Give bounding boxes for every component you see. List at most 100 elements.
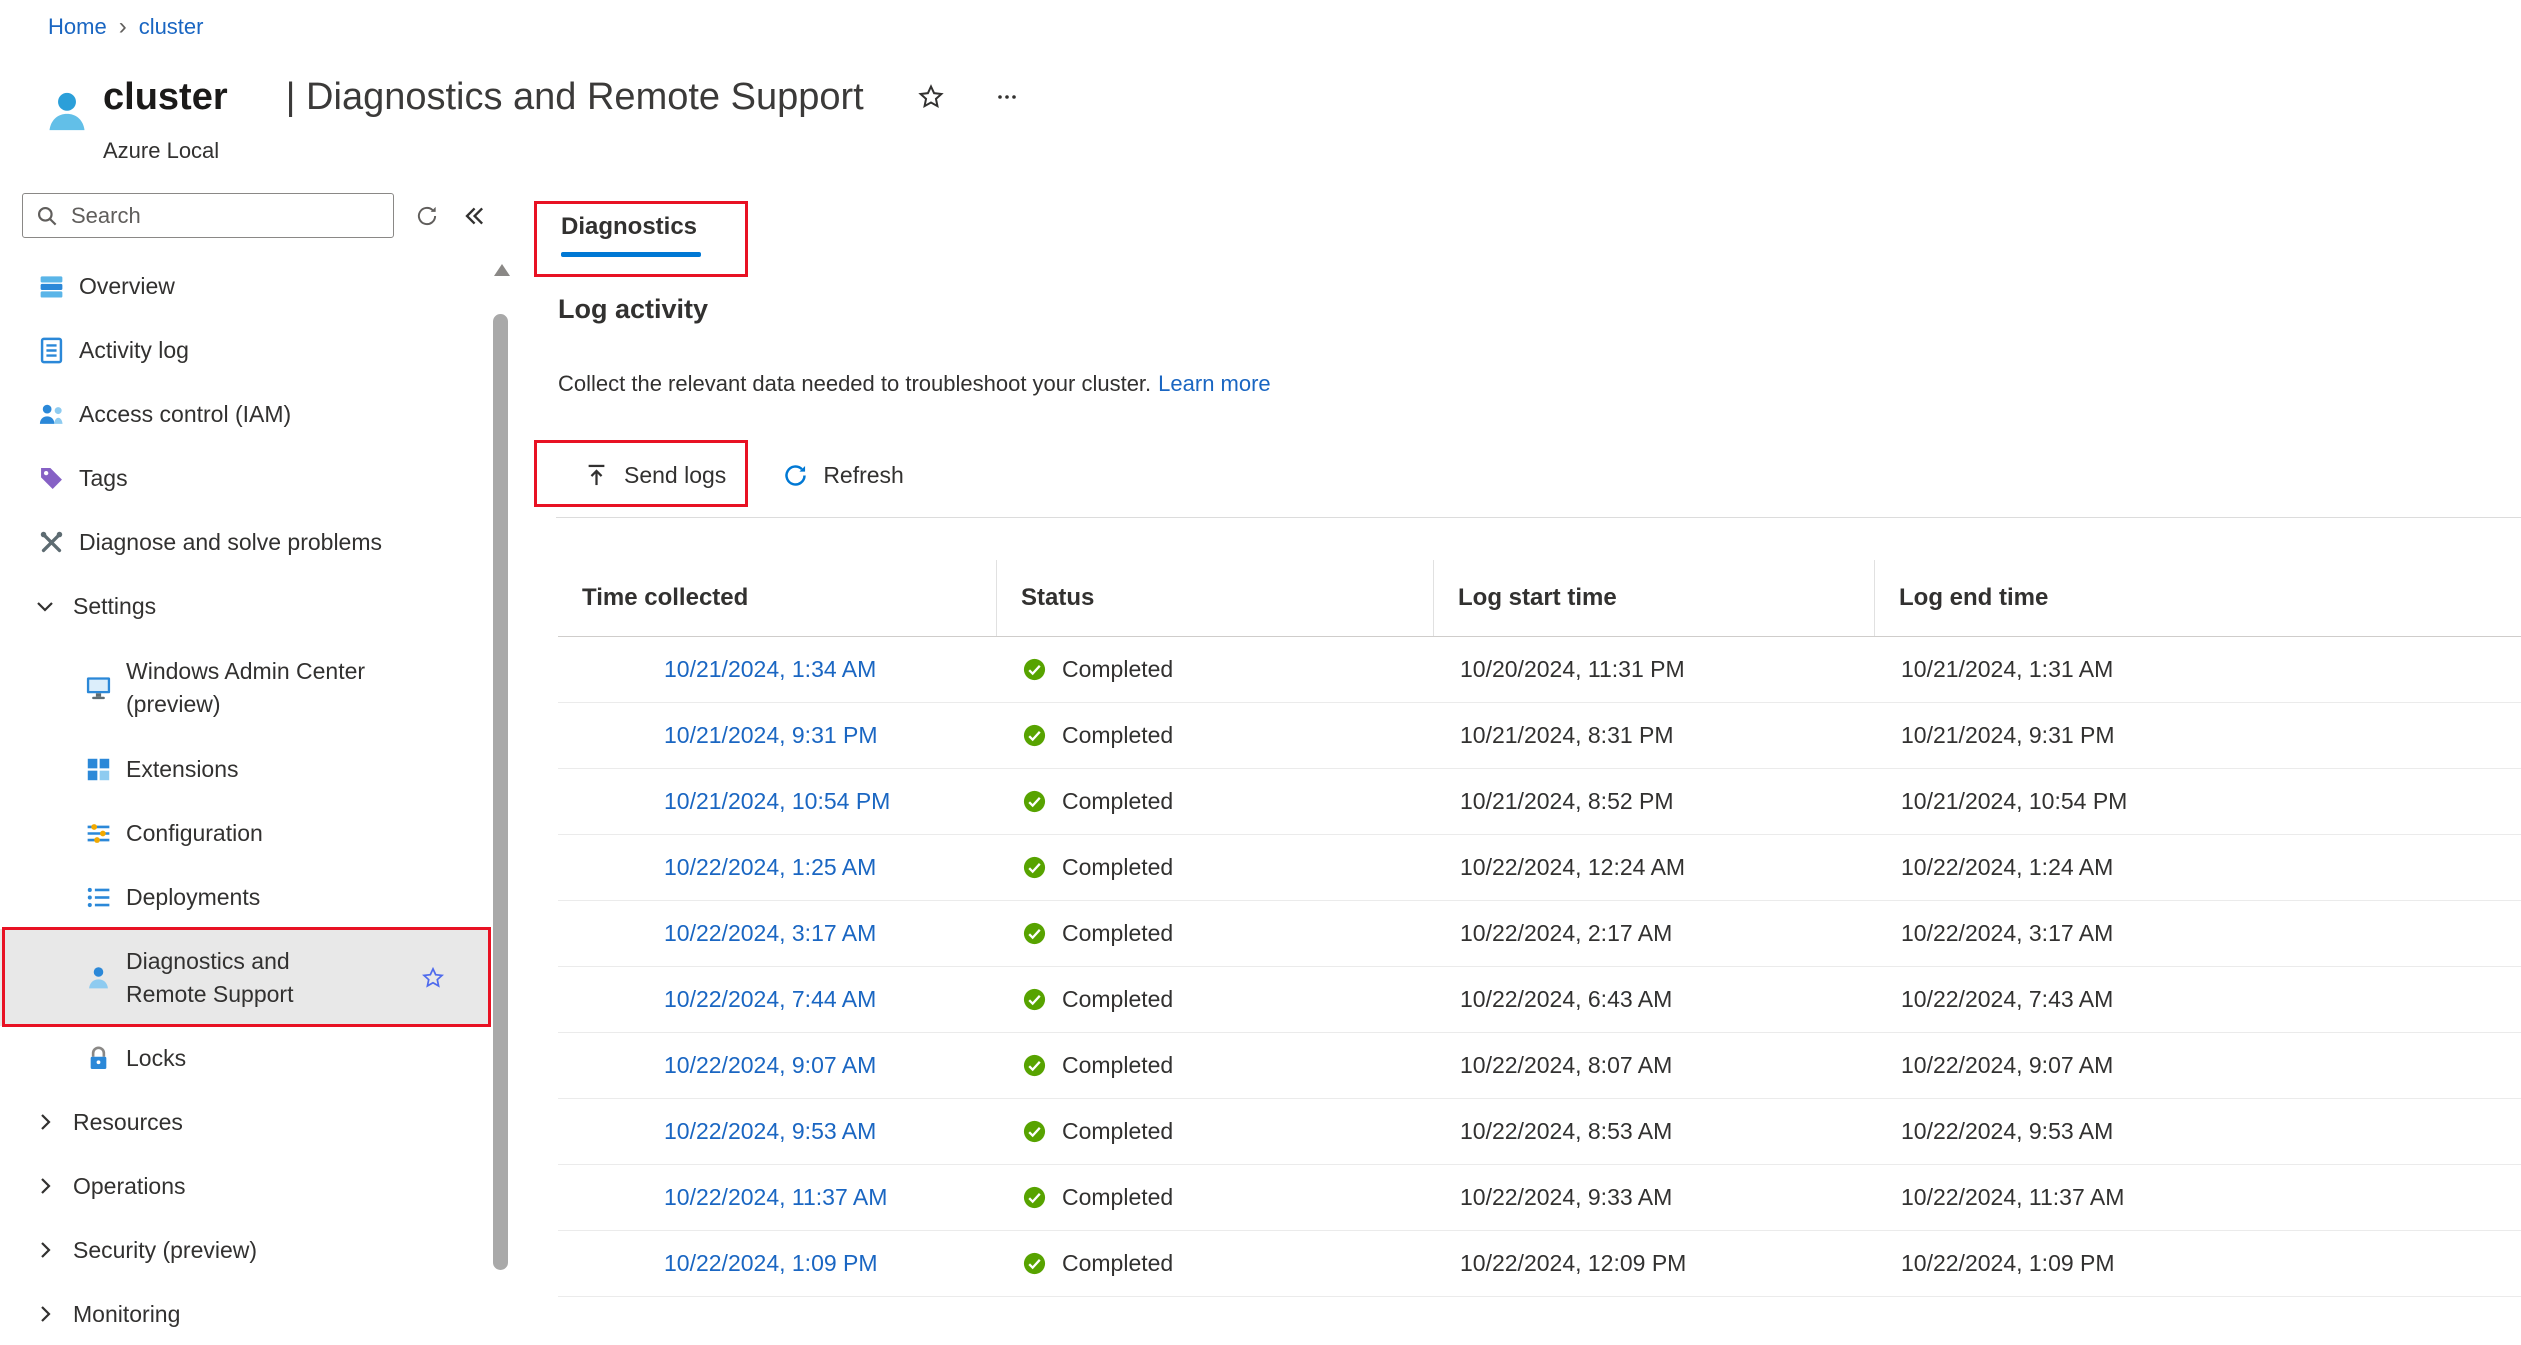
completed-check-icon: [1023, 856, 1046, 879]
sidebar-item-windows-admin-center[interactable]: Windows Admin Center (preview): [0, 638, 490, 737]
time-collected-link[interactable]: 10/22/2024, 9:53 AM: [664, 1118, 876, 1145]
sidebar-group-operations[interactable]: Operations: [0, 1154, 490, 1218]
completed-check-icon: [1023, 790, 1046, 813]
refresh-button[interactable]: Refresh: [782, 462, 904, 489]
sidebar-menu: Overview Activity log Access control (IA…: [0, 254, 490, 1345]
tab-active-underline: [561, 252, 701, 257]
time-collected-link[interactable]: 10/21/2024, 1:34 AM: [664, 656, 876, 683]
log-end-time: 10/22/2024, 1:09 PM: [1875, 1231, 2521, 1296]
refresh-icon: [782, 462, 809, 489]
sidebar-item-configuration[interactable]: Configuration: [0, 801, 490, 865]
breadcrumb-home-link[interactable]: Home: [48, 14, 107, 40]
section-title: Log activity: [558, 294, 708, 325]
sidebar-group-label: Resources: [73, 1106, 183, 1138]
sidebar-item-activity-log[interactable]: Activity log: [0, 318, 490, 382]
sidebar-group-resources[interactable]: Resources: [0, 1090, 490, 1154]
sidebar-group-label: Monitoring: [73, 1298, 180, 1330]
sidebar-item-label: Diagnostics and Remote Support: [126, 945, 341, 1009]
learn-more-link[interactable]: Learn more: [1158, 371, 1271, 396]
tab-label: Diagnostics: [561, 213, 701, 241]
chevron-down-icon: [33, 594, 57, 618]
sidebar-item-label: Overview: [79, 270, 175, 302]
completed-check-icon: [1023, 922, 1046, 945]
completed-check-icon: [1023, 1054, 1046, 1077]
upload-icon: [583, 462, 610, 489]
time-collected-link[interactable]: 10/22/2024, 7:44 AM: [664, 986, 876, 1013]
send-logs-button[interactable]: Send logs: [583, 462, 726, 489]
table-row: 10/22/2024, 11:37 AM Completed 10/22/202…: [558, 1165, 2521, 1231]
refresh-label: Refresh: [823, 462, 904, 489]
sidebar-item-label: Tags: [79, 462, 128, 494]
log-end-time: 10/22/2024, 9:07 AM: [1875, 1033, 2521, 1098]
tab-diagnostics[interactable]: Diagnostics: [561, 213, 701, 257]
log-start-time: 10/22/2024, 12:09 PM: [1434, 1231, 1875, 1296]
status-text: Completed: [1062, 1118, 1173, 1145]
windows-admin-center-icon: [84, 673, 113, 702]
breadcrumb: Home › cluster: [48, 14, 203, 40]
status-text: Completed: [1062, 656, 1173, 683]
scrollbar-up-arrow[interactable]: [494, 264, 510, 276]
status-text: Completed: [1062, 1052, 1173, 1079]
search-box[interactable]: [22, 193, 394, 238]
table-row: 10/22/2024, 7:44 AM Completed 10/22/2024…: [558, 967, 2521, 1033]
sidebar-item-extensions[interactable]: Extensions: [0, 737, 490, 801]
log-end-time: 10/22/2024, 11:37 AM: [1875, 1165, 2521, 1230]
log-end-time: 10/21/2024, 1:31 AM: [1875, 637, 2521, 702]
sidebar-item-diagnose-solve[interactable]: Diagnose and solve problems: [0, 510, 490, 574]
time-collected-link[interactable]: 10/22/2024, 9:07 AM: [664, 1052, 876, 1079]
send-logs-label: Send logs: [624, 462, 726, 489]
column-header-log-end-time: Log end time: [1875, 560, 2521, 636]
collapse-sidebar-button[interactable]: [460, 202, 488, 230]
sidebar-item-overview[interactable]: Overview: [0, 254, 490, 318]
access-control-icon: [37, 400, 66, 429]
double-chevron-left-icon: [460, 202, 488, 230]
ellipsis-icon: [990, 85, 1024, 109]
sidebar-group-monitoring[interactable]: Monitoring: [0, 1282, 490, 1345]
status-text: Completed: [1062, 1184, 1173, 1211]
chevron-right-icon: [33, 1302, 57, 1326]
completed-check-icon: [1023, 658, 1046, 681]
log-end-time: 10/22/2024, 9:53 AM: [1875, 1099, 2521, 1164]
time-collected-link[interactable]: 10/22/2024, 11:37 AM: [664, 1184, 887, 1211]
sidebar-item-deployments[interactable]: Deployments: [0, 865, 490, 929]
log-start-time: 10/21/2024, 8:31 PM: [1434, 703, 1875, 768]
menu-refresh-button[interactable]: [414, 203, 440, 229]
sidebar-item-label: Activity log: [79, 334, 189, 366]
sidebar-item-tags[interactable]: Tags: [0, 446, 490, 510]
sidebar-item-label: Configuration: [126, 817, 263, 849]
log-end-time: 10/22/2024, 1:24 AM: [1875, 835, 2521, 900]
search-input[interactable]: [69, 202, 381, 230]
description-text: Collect the relevant data needed to trou…: [558, 371, 1151, 396]
page-title: | Diagnostics and Remote Support: [286, 76, 864, 119]
completed-check-icon: [1023, 1186, 1046, 1209]
time-collected-link[interactable]: 10/21/2024, 9:31 PM: [664, 722, 878, 749]
sidebar-scrollbar[interactable]: [493, 314, 508, 1270]
status-text: Completed: [1062, 920, 1173, 947]
chevron-right-icon: [33, 1238, 57, 1262]
favorite-item-star-icon[interactable]: [420, 965, 446, 991]
table-row: 10/21/2024, 1:34 AM Completed 10/20/2024…: [558, 637, 2521, 703]
favorite-star-icon[interactable]: [916, 82, 946, 112]
sidebar-search-row: [22, 193, 488, 238]
resource-type-label: Azure Local: [103, 138, 219, 164]
log-start-time: 10/21/2024, 8:52 PM: [1434, 769, 1875, 834]
column-header-log-start-time: Log start time: [1434, 560, 1875, 636]
more-options-button[interactable]: [990, 85, 1024, 109]
sidebar-item-locks[interactable]: Locks: [0, 1026, 490, 1090]
breadcrumb-cluster-link[interactable]: cluster: [139, 14, 204, 40]
chevron-right-icon: [33, 1174, 57, 1198]
table-row: 10/22/2024, 1:09 PM Completed 10/22/2024…: [558, 1231, 2521, 1297]
sidebar-item-diagnostics-remote-support[interactable]: Diagnostics and Remote Support: [0, 929, 490, 1026]
log-start-time: 10/22/2024, 8:07 AM: [1434, 1033, 1875, 1098]
sidebar-group-security[interactable]: Security (preview): [0, 1218, 490, 1282]
sidebar-item-access-control[interactable]: Access control (IAM): [0, 382, 490, 446]
log-end-time: 10/21/2024, 10:54 PM: [1875, 769, 2521, 834]
sidebar-group-settings[interactable]: Settings: [0, 574, 490, 638]
time-collected-link[interactable]: 10/21/2024, 10:54 PM: [664, 788, 890, 815]
completed-check-icon: [1023, 1252, 1046, 1275]
table-row: 10/22/2024, 9:53 AM Completed 10/22/2024…: [558, 1099, 2521, 1165]
time-collected-link[interactable]: 10/22/2024, 3:17 AM: [664, 920, 876, 947]
time-collected-link[interactable]: 10/22/2024, 1:09 PM: [664, 1250, 878, 1277]
time-collected-link[interactable]: 10/22/2024, 1:25 AM: [664, 854, 876, 881]
sidebar-item-label: Extensions: [126, 753, 239, 785]
